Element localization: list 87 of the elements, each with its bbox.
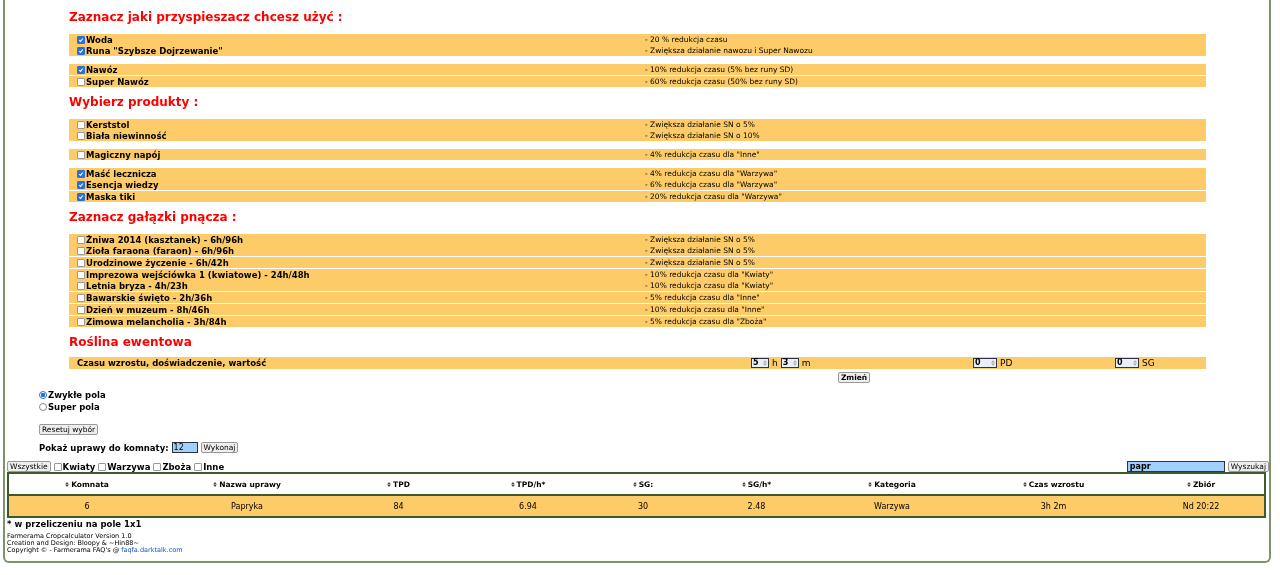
spinner-arrows-icon[interactable] <box>991 360 995 366</box>
option-label: Zimowa melancholia - 3h/84h <box>86 316 227 327</box>
checkbox[interactable] <box>77 258 85 267</box>
sort-icon <box>387 481 392 487</box>
category-label: Warzywa <box>107 461 151 472</box>
option-label: Kerststol <box>86 119 130 130</box>
sort-icon <box>1022 481 1027 487</box>
checkbox[interactable] <box>77 317 85 326</box>
checkbox[interactable] <box>77 35 85 44</box>
sort-icon <box>1186 481 1191 487</box>
option-label: Super Nawóz <box>86 76 149 87</box>
checkbox[interactable] <box>77 235 85 244</box>
spinner-arrows-icon[interactable] <box>1133 360 1137 366</box>
table-cell: 3h 2m <box>969 495 1138 517</box>
search-field[interactable]: papr <box>1126 461 1225 472</box>
option-label: Biała niewinność <box>86 130 167 141</box>
option-label: Woda <box>86 34 113 45</box>
sort-icon <box>213 481 218 487</box>
option-label: Dzień w muzeum - 8h/46h <box>86 304 210 315</box>
checkbox[interactable] <box>77 192 85 201</box>
unit-label: PD <box>1000 358 1013 368</box>
sort-icon <box>868 481 873 487</box>
checkbox[interactable] <box>77 131 85 140</box>
table-cell: 6 <box>8 495 165 517</box>
table-cell: 6.94 <box>468 495 588 517</box>
unit-label: SG <box>1142 358 1155 368</box>
option-label: Żniwa 2014 (kasztanek) - 6h/96h <box>86 234 244 245</box>
category-label: Inne <box>203 461 225 472</box>
checkbox[interactable] <box>77 305 85 314</box>
sort-icon <box>510 481 515 487</box>
radio-button[interactable] <box>39 403 47 411</box>
option-label: Letnia bryza - 4h/23h <box>86 280 188 291</box>
sort-icon <box>65 481 70 487</box>
option-label: Esencja wiedzy <box>86 179 159 190</box>
option-label: Czasu wzrostu, doświadczenie, wartość <box>77 358 268 368</box>
checkbox[interactable] <box>153 462 162 471</box>
table-cell: Papryka <box>165 495 329 517</box>
section-heading: Roślina ewentowa <box>69 335 193 350</box>
section-heading: Zaznacz jaki przyspieszacz chcesz użyć : <box>69 10 344 25</box>
category-label: Zboża <box>162 461 192 472</box>
checkbox[interactable] <box>194 462 203 471</box>
section-heading: Zaznacz gałązki pnącza : <box>69 210 238 225</box>
radio-button[interactable] <box>39 391 47 399</box>
radio-label: Zwykłe pola <box>48 390 106 400</box>
option-label: Maska tiki <box>86 191 136 202</box>
table-cell: Warzywa <box>815 495 969 517</box>
category-label: Kwiaty <box>62 461 96 472</box>
option-label: Runa "Szybsze Dojrzewanie" <box>86 45 223 56</box>
room-input-field[interactable]: 12 <box>171 442 198 453</box>
table-cell: 84 <box>329 495 468 517</box>
option-label: Bawarskie święto - 2h/36h <box>86 292 213 303</box>
unit-label: h <box>772 358 778 368</box>
checkbox[interactable] <box>77 293 85 302</box>
unit-label: m <box>801 358 811 368</box>
option-label: Zioła faraona (faraon) - 6h/96h <box>86 245 235 256</box>
sort-icon <box>632 481 637 487</box>
checkbox[interactable] <box>77 46 85 55</box>
option-label: Magiczny napój <box>86 149 161 160</box>
number-field[interactable]: 0 <box>973 358 997 368</box>
room-label: Pokaż uprawy do komnaty: <box>39 442 169 453</box>
option-label: Nawóz <box>86 64 118 75</box>
checkbox[interactable] <box>77 65 85 74</box>
number-field[interactable]: 3 <box>780 358 799 368</box>
checkbox[interactable] <box>77 246 85 255</box>
checkbox[interactable] <box>77 270 85 279</box>
table-cell: 30 <box>588 495 698 517</box>
checkbox[interactable] <box>77 77 85 86</box>
checkbox[interactable] <box>77 281 85 290</box>
checkbox[interactable] <box>98 462 107 471</box>
option-label: Urodzinowe życzenie - 6h/42h <box>86 257 229 268</box>
number-field[interactable]: 0 <box>1115 358 1139 368</box>
footnote: * w przeliczeniu na pole 1x1 <box>7 519 143 529</box>
radio-label: Super pola <box>48 402 100 412</box>
number-field[interactable]: 5 <box>751 358 769 368</box>
checkbox[interactable] <box>77 150 85 159</box>
sort-icon <box>741 481 746 487</box>
spinner-arrows-icon[interactable] <box>792 360 797 366</box>
section-heading: Wybierz produkty : <box>69 95 200 110</box>
table-cell: Nd 20:22 <box>1138 495 1265 517</box>
spinner-arrows-icon[interactable] <box>763 360 767 366</box>
checkbox[interactable] <box>77 180 85 189</box>
checkbox[interactable] <box>77 169 85 178</box>
option-label: Maść lecznicza <box>86 168 157 179</box>
option-label: Imprezowa wejściówka 1 (kwiatowe) - 24h/48h <box>86 269 310 280</box>
table-cell: 2.48 <box>698 495 815 517</box>
checkbox[interactable] <box>77 120 85 129</box>
checkbox[interactable] <box>53 462 62 471</box>
